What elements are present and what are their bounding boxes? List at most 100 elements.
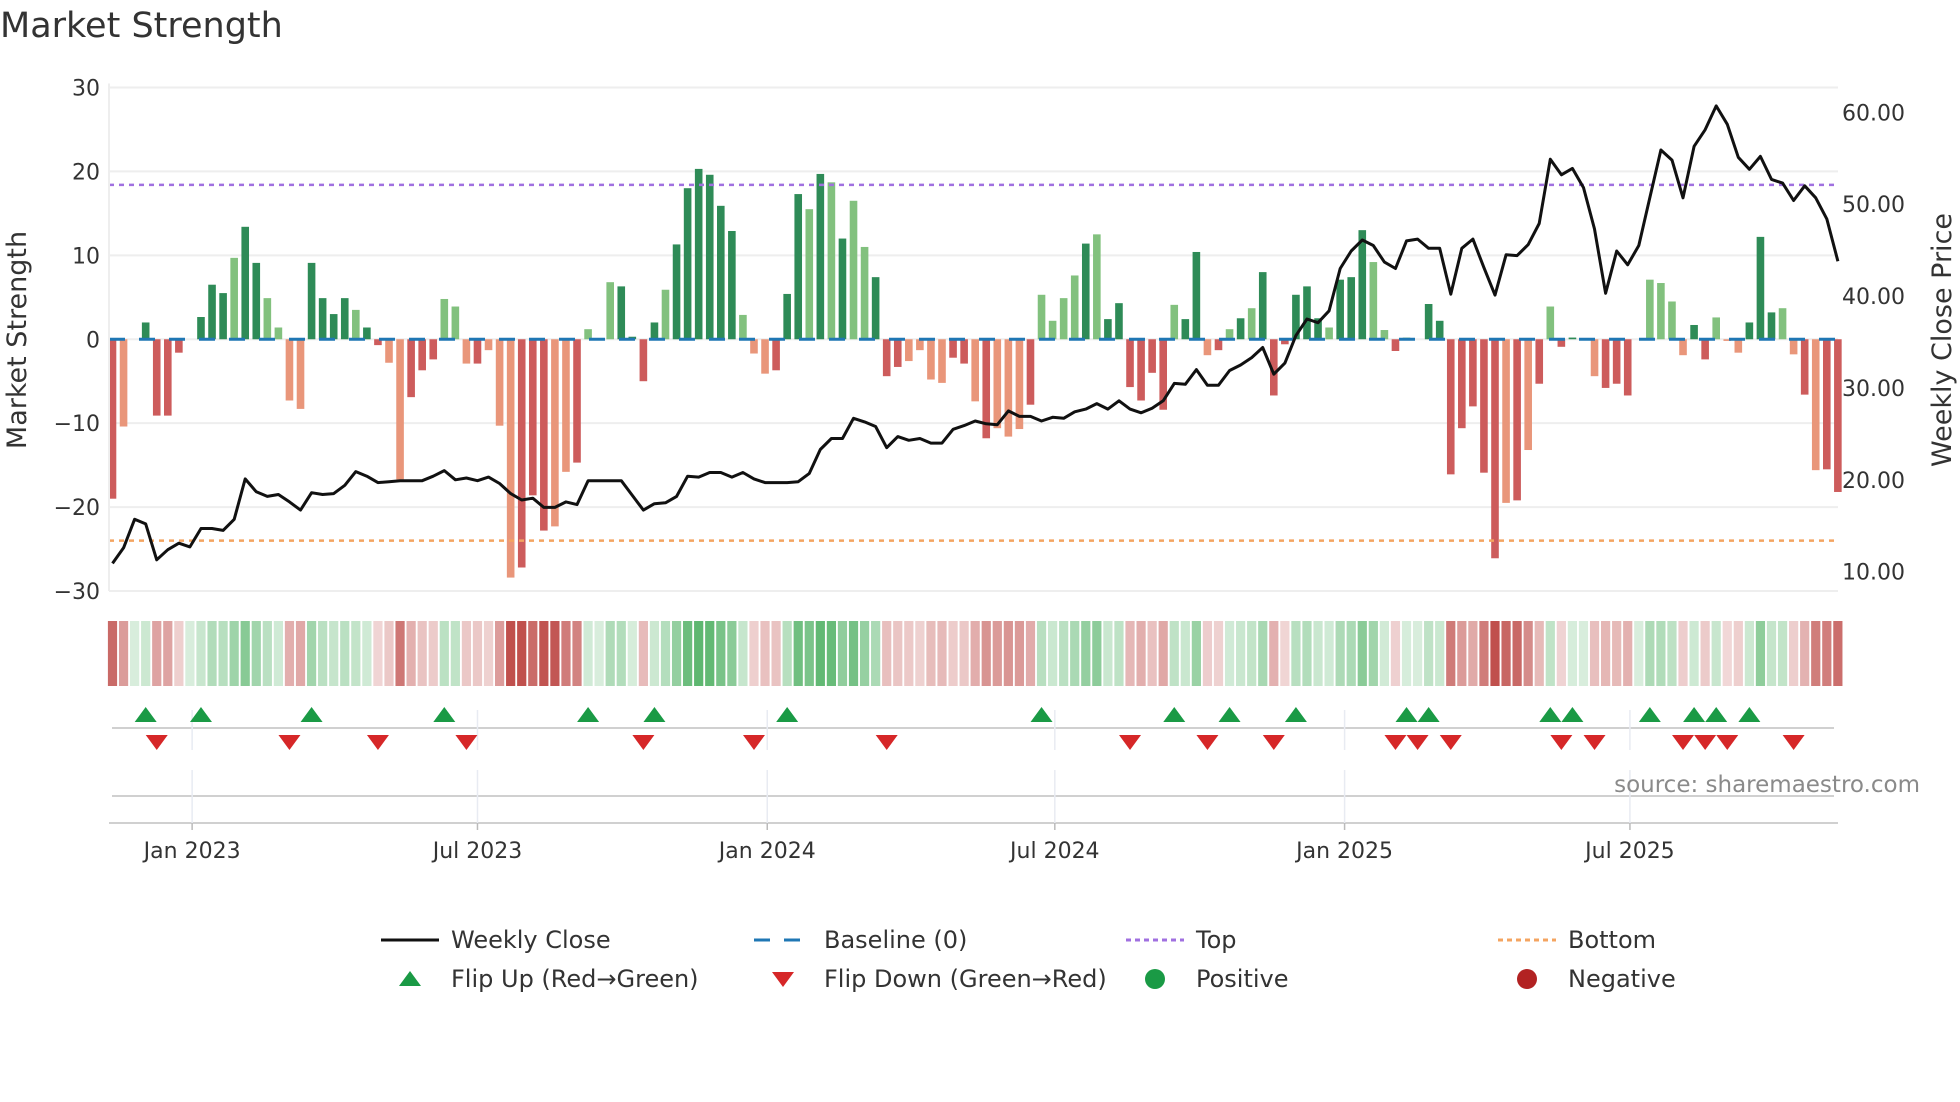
- strip-cell: [174, 621, 184, 686]
- flip-up-marker: [776, 707, 799, 722]
- strength-bar: [1745, 322, 1754, 340]
- strength-bar: [1347, 277, 1356, 340]
- strength-bar: [717, 205, 725, 340]
- strip-cell: [848, 621, 859, 686]
- y-tick-label: −10: [54, 412, 100, 437]
- strength-bar: [694, 168, 703, 340]
- strip-cell: [306, 621, 317, 686]
- strip-cell: [1789, 621, 1799, 686]
- strength-bar: [440, 298, 449, 340]
- strength-bar: [1734, 339, 1743, 353]
- strength-bar: [1026, 339, 1035, 405]
- strip-cell: [749, 621, 759, 686]
- flip-down-marker: [1583, 735, 1606, 750]
- flip-down-marker: [1550, 735, 1573, 750]
- strip-cell: [1236, 621, 1246, 686]
- x-tick-label: Jan 2024: [717, 839, 816, 864]
- strength-bar: [794, 194, 803, 340]
- strip-cell: [937, 621, 947, 686]
- strength-bar: [938, 339, 946, 383]
- strip-cell: [826, 621, 836, 686]
- strip-cell: [638, 621, 648, 686]
- strip-cell: [815, 621, 825, 686]
- flip-up-marker: [1163, 707, 1186, 722]
- flip-up-marker: [1561, 707, 1584, 722]
- flip-down-marker: [632, 735, 655, 750]
- strength-bar: [340, 298, 349, 340]
- y2-tick-label: 50.00: [1842, 193, 1905, 218]
- strip-cell: [1357, 621, 1367, 686]
- strength-bar: [1170, 304, 1179, 340]
- strength-bar: [617, 286, 626, 340]
- strength-bar: [661, 289, 670, 340]
- strip-cell: [1722, 621, 1732, 686]
- legend-swatch-positive-icon: [1145, 969, 1165, 989]
- strip-cell: [1468, 621, 1478, 686]
- strength-bar: [1303, 286, 1311, 340]
- strip-cell: [1667, 621, 1677, 686]
- flip-up-marker: [577, 707, 600, 722]
- strength-bar: [1491, 339, 1499, 559]
- strip-cell: [185, 621, 195, 686]
- legend-mark: [772, 972, 794, 987]
- strength-bar: [1336, 279, 1344, 340]
- strip-cell: [152, 621, 162, 686]
- strip-cell: [738, 621, 748, 686]
- strength-bar: [1623, 339, 1632, 396]
- strength-bar: [1192, 251, 1201, 340]
- strength-bar: [1502, 339, 1510, 503]
- legend-label: Flip Down (Green→Red): [824, 965, 1107, 993]
- legend-swatch-negative-icon: [1517, 969, 1537, 989]
- strength-bar: [285, 339, 294, 401]
- strength-bar: [1480, 339, 1488, 473]
- strip-cell: [517, 621, 527, 686]
- strength-heat-strip: [107, 621, 1843, 686]
- strength-bar: [175, 339, 183, 353]
- y2-tick-label: 10.00: [1842, 561, 1905, 586]
- strength-bar: [1104, 319, 1112, 340]
- flip-up-marker: [1539, 707, 1562, 722]
- strength-bar: [208, 284, 216, 340]
- y-tick-label: 10: [72, 244, 100, 269]
- strip-cell: [970, 621, 980, 686]
- y-axis-title: Market Strength: [2, 231, 33, 449]
- strip-cell: [1645, 621, 1655, 686]
- x-tick-label: Jul 2025: [1583, 839, 1675, 864]
- y2-tick-label: 60.00: [1842, 101, 1905, 126]
- strength-bar: [993, 339, 1002, 429]
- y2-axis-title: Weekly Close Price: [1927, 213, 1958, 467]
- strength-bar: [1513, 339, 1521, 501]
- strength-bar: [307, 262, 316, 340]
- strip-cell: [251, 621, 261, 686]
- strip-cell: [760, 621, 770, 686]
- strip-cell: [1379, 621, 1389, 686]
- strip-cell: [1479, 621, 1489, 686]
- legend-label: Bottom: [1568, 926, 1657, 954]
- strip-cell: [1224, 621, 1235, 686]
- strength-bar: [1424, 304, 1433, 340]
- strip-cell: [1346, 621, 1356, 686]
- strip-cell: [948, 621, 958, 686]
- strip-cell: [1700, 621, 1710, 686]
- flip-down-marker: [1196, 735, 1219, 750]
- strength-bar: [1181, 319, 1190, 340]
- strength-bar: [1834, 339, 1842, 492]
- strength-bar: [1679, 339, 1687, 356]
- strength-bar: [1756, 236, 1765, 340]
- strip-cell: [1269, 621, 1279, 686]
- flip-up-marker: [643, 707, 666, 722]
- flip-up-marker: [1395, 707, 1418, 722]
- strip-cell: [1114, 621, 1124, 686]
- strength-bar: [429, 339, 438, 360]
- strip-cell: [959, 621, 969, 686]
- strip-cell: [1368, 621, 1378, 686]
- strength-bar: [584, 329, 592, 340]
- strip-cell: [329, 621, 339, 686]
- strip-cell: [882, 621, 892, 686]
- strip-cell: [771, 621, 781, 686]
- strip-cell: [1247, 621, 1257, 686]
- strength-bar: [672, 244, 681, 340]
- strip-cell: [1092, 621, 1102, 686]
- strength-bar: [141, 322, 150, 340]
- strip-cell: [483, 621, 494, 686]
